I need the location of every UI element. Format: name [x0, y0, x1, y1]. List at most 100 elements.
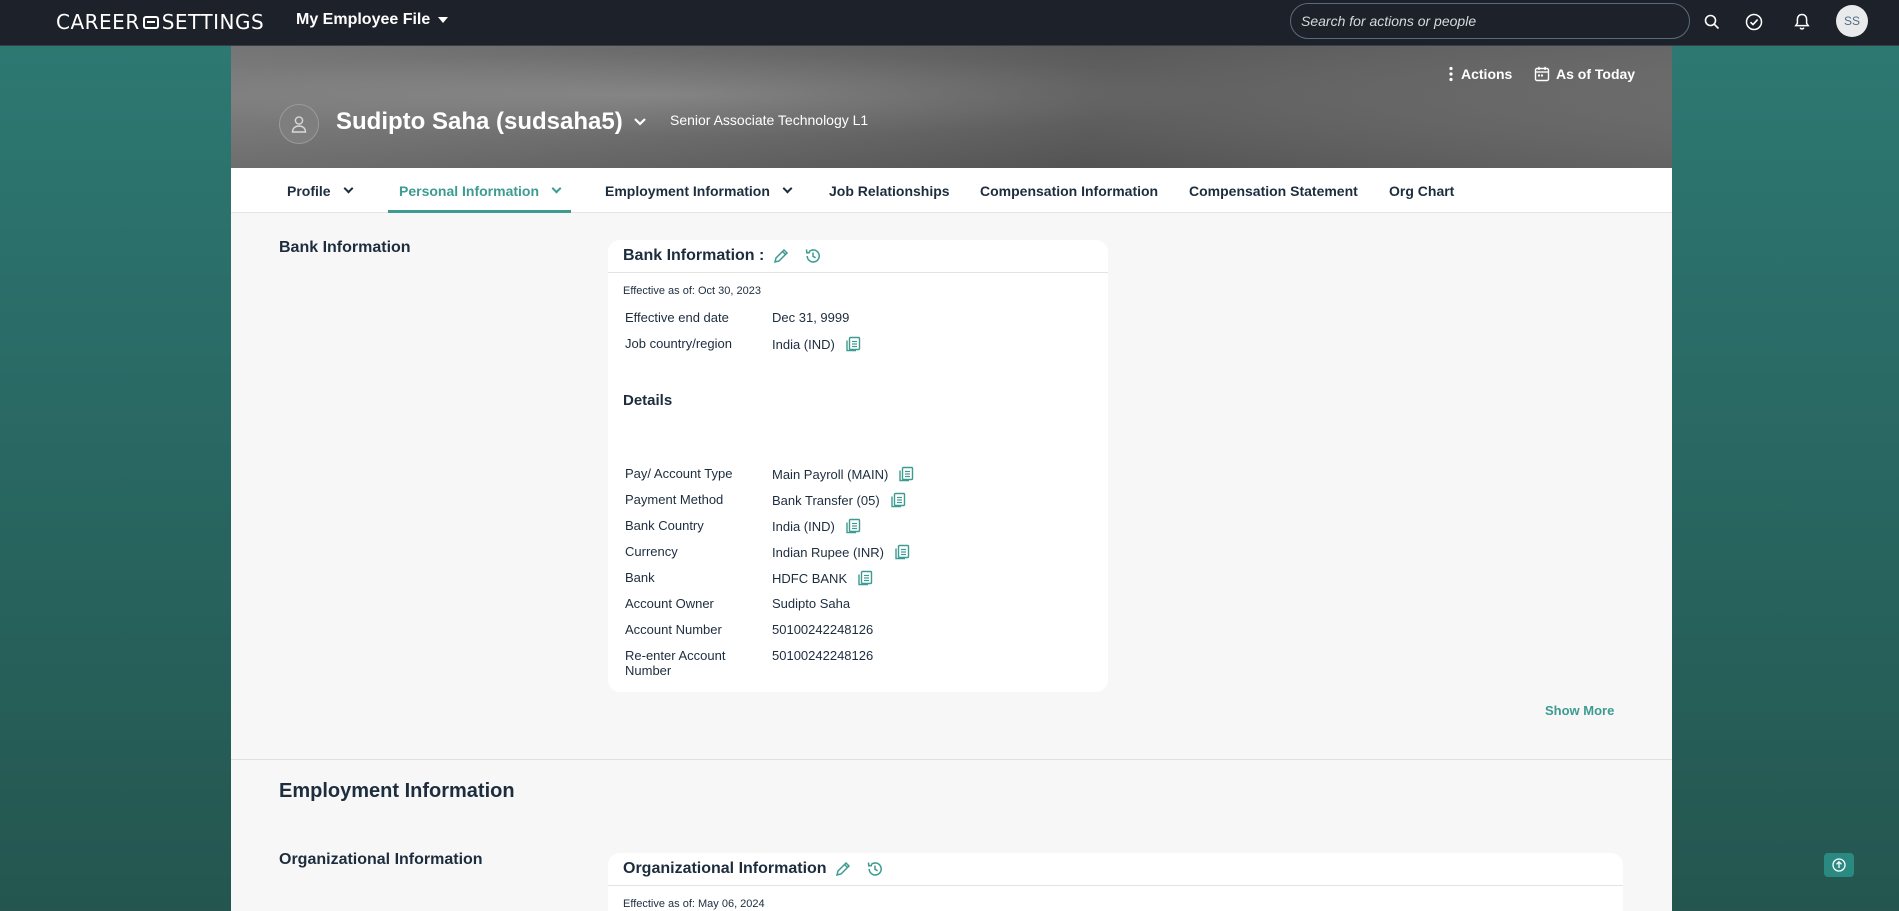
value-text: Dec 31, 9999 [772, 310, 850, 325]
tab-label: Compensation Statement [1189, 182, 1358, 199]
search-field[interactable] [1290, 3, 1690, 39]
tab-label: Personal Information [399, 182, 540, 199]
logo-mark-icon [142, 15, 159, 29]
tab-profile[interactable]: Profile [287, 168, 354, 213]
app-title-menu[interactable]: My Employee File [296, 11, 449, 29]
chevron-down-icon [551, 183, 562, 193]
person-name: Sudipto Saha (sudsaha5) [336, 108, 623, 135]
bank-information-card: Bank Information : Effective as of: Oct … [608, 240, 1108, 692]
employment-information-heading: Employment Information [279, 780, 515, 802]
show-more-link[interactable]: Show More [1545, 703, 1614, 718]
field-label: Effective end date [625, 310, 729, 325]
app-title: My Employee File [296, 11, 431, 28]
history-icon[interactable] [803, 246, 823, 266]
card-title: Organizational Information [623, 860, 827, 877]
person-job-title: Senior Associate Technology L1 [670, 112, 869, 128]
copy-icon[interactable] [845, 518, 861, 534]
field-label: Bank Country [625, 518, 704, 533]
tab-label: Job Relationships [829, 182, 950, 199]
value-text: 50100242248126 [772, 622, 874, 637]
as-of-date-button[interactable]: As of Today [1534, 66, 1635, 82]
scroll-to-top-button[interactable] [1824, 853, 1854, 877]
tab-personal-information[interactable]: Personal Information [387, 168, 572, 213]
user-avatar[interactable]: SS [1836, 5, 1868, 37]
copy-icon[interactable] [890, 492, 906, 508]
copy-icon[interactable] [857, 570, 873, 586]
copy-icon[interactable] [845, 336, 861, 352]
person-avatar[interactable] [279, 104, 319, 144]
field-value: 50100242248126 [772, 648, 873, 663]
arrow-up-icon [1832, 858, 1846, 872]
caret-down-icon [438, 17, 449, 23]
card-header: Bank Information : [608, 240, 1108, 273]
value-text: HDFC BANK [772, 570, 848, 586]
field-value: Sudipto Saha [772, 596, 850, 611]
tab-bar: Profile Personal Information Employment … [231, 168, 1672, 213]
card-title: Bank Information : [623, 247, 765, 264]
value-text: 50100242248126 [772, 648, 874, 663]
field-value: HDFC BANK [772, 570, 873, 586]
field-value: Indian Rupee (INR) [772, 544, 910, 560]
field-label: Pay/ Account Type [625, 466, 733, 481]
field-value: India (IND) [772, 518, 861, 534]
value-text: India (IND) [772, 336, 835, 352]
field-value: Main Payroll (MAIN) [772, 466, 914, 482]
field-label: Account Number [625, 622, 722, 637]
field-value: India (IND) [772, 336, 861, 352]
field-label: Re-enter Account Number [625, 648, 726, 678]
tab-job-relationships[interactable]: Job Relationships [829, 168, 950, 213]
field-value: Dec 31, 9999 [772, 310, 849, 325]
field-label: Account Owner [625, 596, 714, 611]
tab-label: Compensation Information [980, 182, 1159, 199]
company-logo[interactable]: CAREER SETTINGS [56, 10, 264, 34]
field-value: 50100242248126 [772, 622, 873, 637]
field-label: Currency [625, 544, 678, 559]
copy-icon[interactable] [894, 544, 910, 560]
shell-bar: CAREER SETTINGS My Employee File SS [0, 0, 1899, 46]
tab-employment-information[interactable]: Employment Information [605, 168, 793, 213]
bell-icon[interactable] [1790, 10, 1814, 34]
chevron-down-icon [633, 118, 646, 126]
actions-button[interactable]: Actions [1449, 66, 1512, 82]
actions-label: Actions [1461, 66, 1513, 82]
logo-text-right: SETTINGS [161, 10, 265, 34]
value-text: Sudipto Saha [772, 596, 851, 611]
copy-icon[interactable] [898, 466, 914, 482]
history-icon[interactable] [865, 859, 885, 879]
organizational-information-card: Organizational Information Effective as … [608, 853, 1623, 911]
tab-label: Org Chart [1389, 182, 1455, 199]
chevron-down-icon [782, 183, 793, 193]
field-label: Payment Method [625, 492, 724, 507]
chevron-down-icon [343, 183, 354, 193]
section-label-bank-information: Bank Information [279, 239, 411, 256]
value-text: Main Payroll (MAIN) [772, 466, 889, 482]
value-text: Indian Rupee (INR) [772, 544, 884, 560]
section-divider [231, 759, 1672, 760]
calendar-icon [1534, 66, 1550, 82]
tab-compensation-information[interactable]: Compensation Information [980, 168, 1158, 213]
edit-pencil-icon[interactable] [833, 859, 853, 879]
section-label-organizational-information: Organizational Information [279, 851, 483, 868]
tab-org-chart[interactable]: Org Chart [1389, 168, 1454, 213]
employee-file-page: Actions As of Today Sudipto Saha (sudsah… [231, 46, 1672, 911]
details-heading: Details [623, 392, 673, 409]
edit-pencil-icon[interactable] [771, 246, 791, 266]
card-header: Organizational Information [608, 853, 1623, 886]
field-label: Job country/region [625, 336, 732, 351]
search-input[interactable] [1301, 13, 1679, 29]
tab-compensation-statement[interactable]: Compensation Statement [1189, 168, 1358, 213]
as-of-label: As of Today [1556, 66, 1636, 82]
effective-date: Effective as of: Oct 30, 2023 [623, 285, 761, 297]
field-value: Bank Transfer (05) [772, 492, 906, 508]
tab-label: Employment Information [605, 182, 770, 199]
person-icon [291, 116, 307, 133]
search-icon[interactable] [1700, 10, 1724, 34]
person-name-menu[interactable]: Sudipto Saha (sudsaha5) [336, 108, 647, 136]
logo-text-left: CAREER [56, 10, 140, 34]
more-vertical-icon [1449, 66, 1453, 82]
field-label: Bank [625, 570, 655, 585]
value-text: Bank Transfer (05) [772, 492, 880, 508]
value-text: India (IND) [772, 518, 835, 534]
effective-date: Effective as of: May 06, 2024 [623, 898, 765, 910]
task-check-icon[interactable] [1742, 10, 1766, 34]
